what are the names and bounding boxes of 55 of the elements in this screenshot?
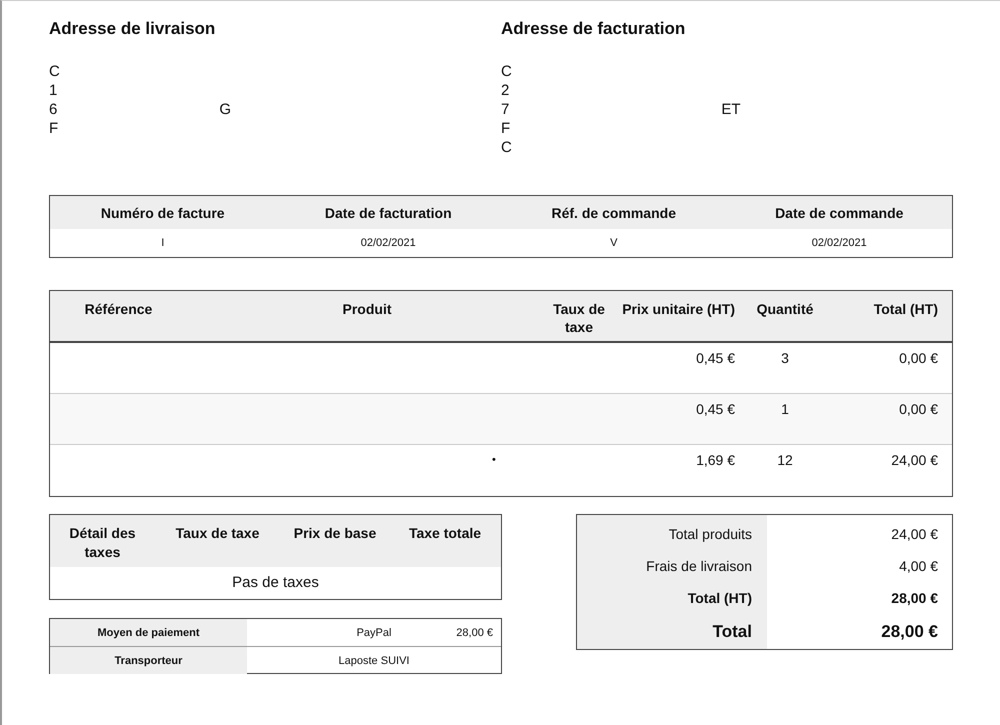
total-value: 28,00 € <box>880 622 939 642</box>
address-text: F <box>49 119 58 138</box>
column-header: Date de facturation <box>324 204 453 220</box>
address-text: ET <box>721 100 741 119</box>
table-cell-text: I <box>160 237 166 249</box>
column-header: Date de commande <box>774 204 904 220</box>
column-header: Taux de taxe <box>552 300 606 337</box>
table-cell-text: 02/02/2021 <box>810 237 868 249</box>
table-cell: • <box>492 454 496 466</box>
table-cell-text: 0,45 € <box>695 401 735 419</box>
table-cell-text: 1 <box>780 401 790 419</box>
table-cell-text: V <box>609 237 618 249</box>
empty-message: Pas de taxes <box>231 573 320 593</box>
total-value: 28,00 € <box>890 590 939 606</box>
table-cell: PayPal <box>356 626 392 638</box>
row-label: Moyen de paiement <box>50 619 247 646</box>
row-label: Transporteur <box>50 647 247 674</box>
column-header: Taux de taxe <box>174 524 260 543</box>
table-cell-text: 0,00 € <box>898 350 939 368</box>
table-cell: Laposte SUIVI <box>338 654 410 666</box>
address-heading: Adresse de facturation <box>501 18 686 40</box>
address-text: 7 <box>501 100 510 119</box>
column-header: Prix de base <box>292 524 378 543</box>
address-text: G <box>219 100 232 119</box>
table-cell: 28,00 € <box>456 626 493 638</box>
address-text: C <box>501 62 512 81</box>
address-text: 2 <box>501 81 510 100</box>
table-cell-text: 0,45 € <box>695 350 735 368</box>
total-label: Frais de livraison <box>645 558 752 574</box>
table-cell-text: 02/02/2021 <box>360 237 417 249</box>
address-text: F <box>501 119 510 138</box>
column-header: Quantité <box>756 300 814 319</box>
total-value: 4,00 € <box>898 558 939 574</box>
column-header: Taxe totale <box>408 524 482 543</box>
address-text: C <box>501 138 512 157</box>
table-cell-text: 12 <box>776 452 794 470</box>
address-text: C <box>49 62 60 81</box>
total-label: Total produits <box>668 526 752 542</box>
column-header: Produit <box>342 300 392 319</box>
column-header: Détail des taxes <box>68 524 137 562</box>
table-cell-text: 24,00 € <box>890 452 939 470</box>
table-cell-text: 3 <box>780 350 790 368</box>
address-heading: Adresse de livraison <box>49 18 216 40</box>
table-cell-text: 1,69 € <box>695 452 735 470</box>
address-text: 6 <box>49 100 58 119</box>
column-header: Réf. de commande <box>550 204 677 220</box>
column-header: Numéro de facture <box>100 204 226 220</box>
column-header: Prix unitaire (HT) <box>621 300 735 319</box>
column-header: Total (HT) <box>872 300 939 319</box>
column-header: Référence <box>84 300 154 319</box>
total-label: Total (HT) <box>686 590 752 606</box>
total-value: 24,00 € <box>890 526 939 542</box>
total-label: Total <box>712 622 752 642</box>
table-cell-text: 0,00 € <box>898 401 939 419</box>
address-text: 1 <box>49 81 58 100</box>
